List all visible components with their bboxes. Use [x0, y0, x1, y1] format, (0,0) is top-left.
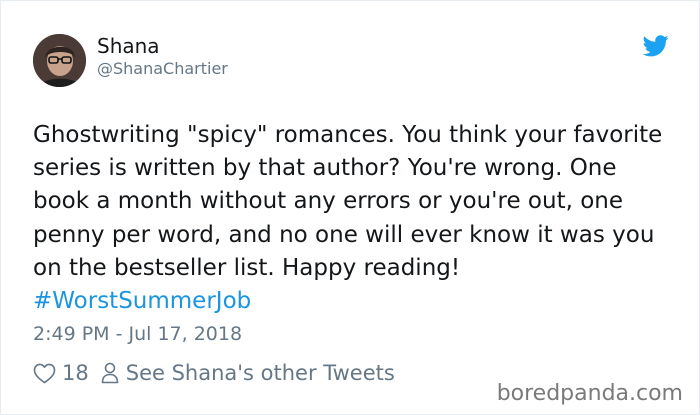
avatar[interactable] [33, 34, 86, 87]
tweet-card: Shana @ShanaChartier Ghostwriting "spicy… [0, 0, 700, 415]
tweet-text: Ghostwriting "spicy" romances. You think… [33, 119, 673, 318]
person-icon [101, 362, 119, 384]
twitter-bird-icon[interactable] [642, 35, 669, 57]
heart-icon [33, 363, 56, 383]
tweet-body: Ghostwriting "spicy" romances. You think… [33, 122, 663, 281]
boredpanda-watermark: boredpanda.com [496, 381, 683, 406]
like-button[interactable]: 18 [33, 361, 89, 385]
hashtag-link[interactable]: #WorstSummerJob [33, 288, 251, 314]
tweet-actions: 18 See Shana's other Tweets [33, 359, 395, 387]
tweet-timestamp[interactable]: 2:49 PM - Jul 17, 2018 [33, 323, 242, 345]
see-other-tweets-link[interactable]: See Shana's other Tweets [101, 361, 395, 385]
like-count: 18 [62, 361, 89, 385]
display-name[interactable]: Shana [97, 34, 160, 58]
user-handle[interactable]: @ShanaChartier [97, 59, 228, 78]
see-other-tweets-label: See Shana's other Tweets [125, 361, 395, 385]
avatar-image [33, 34, 86, 87]
